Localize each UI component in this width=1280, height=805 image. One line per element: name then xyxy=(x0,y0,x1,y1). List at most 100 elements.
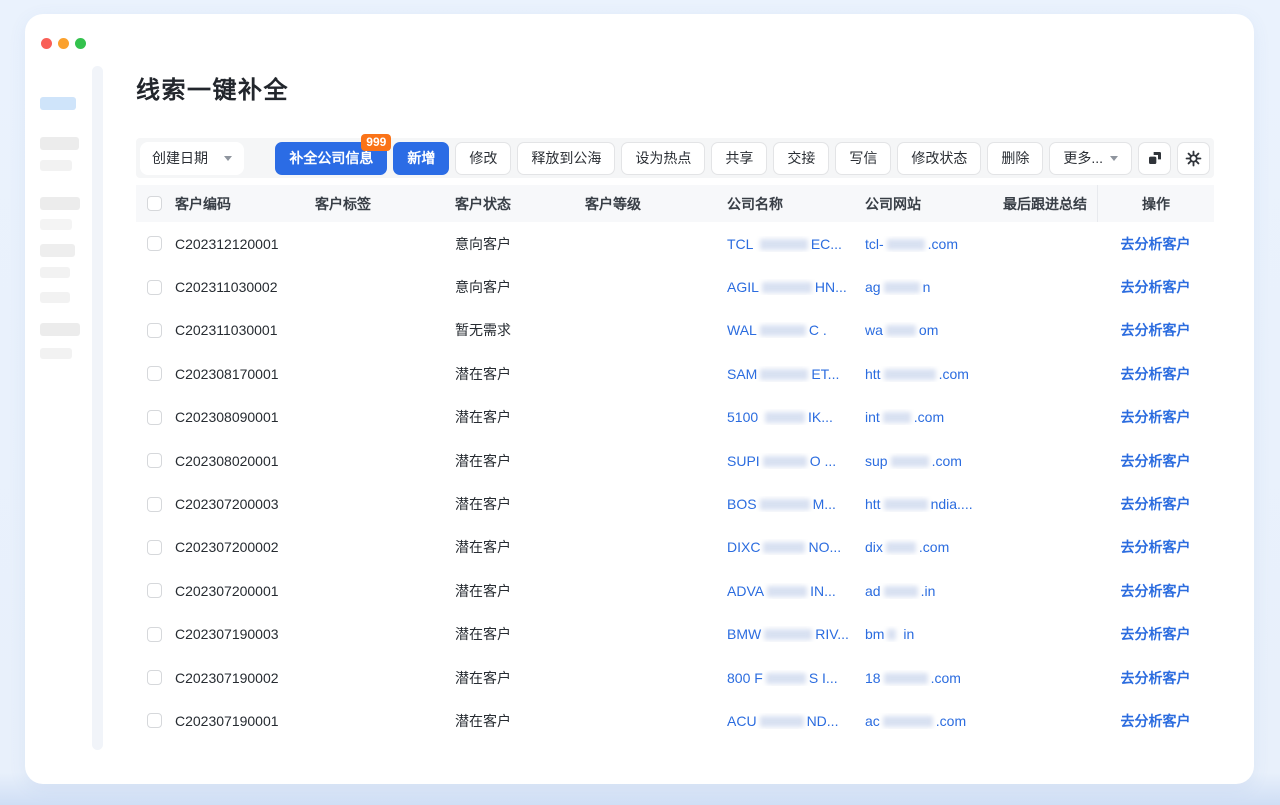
analyze-customer-link[interactable]: 去分析客户 xyxy=(1121,494,1191,514)
sidebar-item-active[interactable] xyxy=(40,97,76,110)
analyze-customer-link[interactable]: 去分析客户 xyxy=(1121,668,1191,688)
analyze-customer-link[interactable]: 去分析客户 xyxy=(1121,407,1191,427)
redacted-blur xyxy=(762,282,812,293)
analyze-customer-link[interactable]: 去分析客户 xyxy=(1121,234,1191,254)
row-checkbox[interactable] xyxy=(147,280,162,295)
table-row: C202308020001 潜在客户 SUPIO ... sup.com 去分析… xyxy=(136,439,1214,482)
row-checkbox[interactable] xyxy=(147,453,162,468)
sidebar-skeleton-bar xyxy=(40,137,79,150)
sync-button[interactable] xyxy=(1138,142,1171,175)
company-website-link[interactable]: int.com xyxy=(865,409,1003,425)
text-fragment: ND... xyxy=(807,713,839,729)
text-fragment: SAM xyxy=(727,366,757,382)
text-fragment: tcl- xyxy=(865,236,884,252)
row-checkbox-cell xyxy=(136,366,175,381)
date-filter-select[interactable]: 创建日期 xyxy=(140,142,244,175)
row-checkbox[interactable] xyxy=(147,627,162,642)
company-website-link[interactable]: httndia.... xyxy=(865,496,1003,512)
company-website-link[interactable]: sup.com xyxy=(865,453,1003,469)
analyze-customer-link[interactable]: 去分析客户 xyxy=(1121,581,1191,601)
customer-status: 意向客户 xyxy=(455,277,585,297)
row-checkbox[interactable] xyxy=(147,236,162,251)
release-to-public-pool-button[interactable]: 释放到公海 xyxy=(517,142,615,175)
company-website-link[interactable]: tcl- .com xyxy=(865,236,1003,252)
select-all-checkbox[interactable] xyxy=(147,196,162,211)
redacted-blur xyxy=(760,499,810,510)
company-name-link[interactable]: WALC . xyxy=(727,322,865,338)
write-email-button[interactable]: 写信 xyxy=(835,142,891,175)
company-website-link[interactable]: htt.com xyxy=(865,366,1003,382)
text-fragment: NO... xyxy=(808,539,841,555)
complete-company-info-button[interactable]: 补全公司信息999 xyxy=(275,142,387,175)
redacted-blur xyxy=(760,325,806,336)
row-checkbox[interactable] xyxy=(147,583,162,598)
company-name-link[interactable]: BOSM... xyxy=(727,496,865,512)
company-website-link[interactable]: waom xyxy=(865,322,1003,338)
analyze-customer-link[interactable]: 去分析客户 xyxy=(1121,320,1191,340)
company-website-link[interactable]: dix.com xyxy=(865,539,1003,555)
customer-status: 潜在客户 xyxy=(455,407,585,427)
column-header-customer-status: 客户状态 xyxy=(455,194,585,214)
delete-button[interactable]: 删除 xyxy=(987,142,1043,175)
company-name-link[interactable]: SAMET... xyxy=(727,366,865,382)
button-label: 更多... xyxy=(1063,148,1103,168)
company-name-link[interactable]: SUPIO ... xyxy=(727,453,865,469)
settings-button[interactable] xyxy=(1177,142,1210,175)
row-checkbox[interactable] xyxy=(147,540,162,555)
text-fragment: in xyxy=(899,626,914,642)
redacted-blur xyxy=(883,412,911,423)
company-name-link[interactable]: 5100 IK... xyxy=(727,409,865,425)
add-button[interactable]: 新增 xyxy=(393,142,449,175)
edit-button[interactable]: 修改 xyxy=(455,142,511,175)
analyze-customer-link[interactable]: 去分析客户 xyxy=(1121,537,1191,557)
table-row: C202311030002 意向客户 AGILHN... agn 去分析客户 xyxy=(136,265,1214,308)
text-fragment: wa xyxy=(865,322,883,338)
row-checkbox[interactable] xyxy=(147,366,162,381)
company-website-link[interactable]: ac.com xyxy=(865,713,1003,729)
action-cell: 去分析客户 xyxy=(1097,451,1214,471)
company-website-link[interactable]: agn xyxy=(865,279,1003,295)
minimize-window-icon[interactable] xyxy=(58,38,69,49)
redacted-blur xyxy=(883,716,933,727)
share-button[interactable]: 共享 xyxy=(711,142,767,175)
column-header-company-name: 公司名称 xyxy=(727,194,865,214)
row-checkbox[interactable] xyxy=(147,497,162,512)
redacted-blur xyxy=(886,542,916,553)
close-window-icon[interactable] xyxy=(41,38,52,49)
button-label: 删除 xyxy=(1001,148,1029,168)
company-name-link[interactable]: ADVAIN... xyxy=(727,583,865,599)
company-name-link[interactable]: DIXCNO... xyxy=(727,539,865,555)
company-name-link[interactable]: 800 FS I... xyxy=(727,670,865,686)
row-checkbox[interactable] xyxy=(147,670,162,685)
analyze-customer-link[interactable]: 去分析客户 xyxy=(1121,711,1191,731)
row-checkbox-cell xyxy=(136,497,175,512)
company-name-link[interactable]: ACUND... xyxy=(727,713,865,729)
text-fragment: TCL xyxy=(727,236,757,252)
redacted-blur xyxy=(886,325,916,336)
analyze-customer-link[interactable]: 去分析客户 xyxy=(1121,364,1191,384)
row-checkbox[interactable] xyxy=(147,410,162,425)
row-checkbox-cell xyxy=(136,627,175,642)
company-name-link[interactable]: TCL EC... xyxy=(727,236,865,252)
company-website-link[interactable]: 18.com xyxy=(865,670,1003,686)
analyze-customer-link[interactable]: 去分析客户 xyxy=(1121,451,1191,471)
company-website-link[interactable]: bm in xyxy=(865,626,1003,642)
customer-code: C202307190003 xyxy=(175,626,315,642)
row-checkbox[interactable] xyxy=(147,713,162,728)
company-website-link[interactable]: ad.in xyxy=(865,583,1003,599)
more-button[interactable]: 更多... xyxy=(1049,142,1132,175)
analyze-customer-link[interactable]: 去分析客户 xyxy=(1121,277,1191,297)
company-name-link[interactable]: BMWRIV... xyxy=(727,626,865,642)
text-fragment: .com xyxy=(928,236,958,252)
button-label: 共享 xyxy=(725,148,753,168)
table-row: C202307190002 潜在客户 800 FS I... 18.com 去分… xyxy=(136,656,1214,699)
text-fragment: int xyxy=(865,409,880,425)
handover-button[interactable]: 交接 xyxy=(773,142,829,175)
zoom-window-icon[interactable] xyxy=(75,38,86,49)
set-hotspot-button[interactable]: 设为热点 xyxy=(621,142,705,175)
row-checkbox[interactable] xyxy=(147,323,162,338)
company-name-link[interactable]: AGILHN... xyxy=(727,279,865,295)
text-fragment: .com xyxy=(919,539,949,555)
change-status-button[interactable]: 修改状态 xyxy=(897,142,981,175)
analyze-customer-link[interactable]: 去分析客户 xyxy=(1121,624,1191,644)
